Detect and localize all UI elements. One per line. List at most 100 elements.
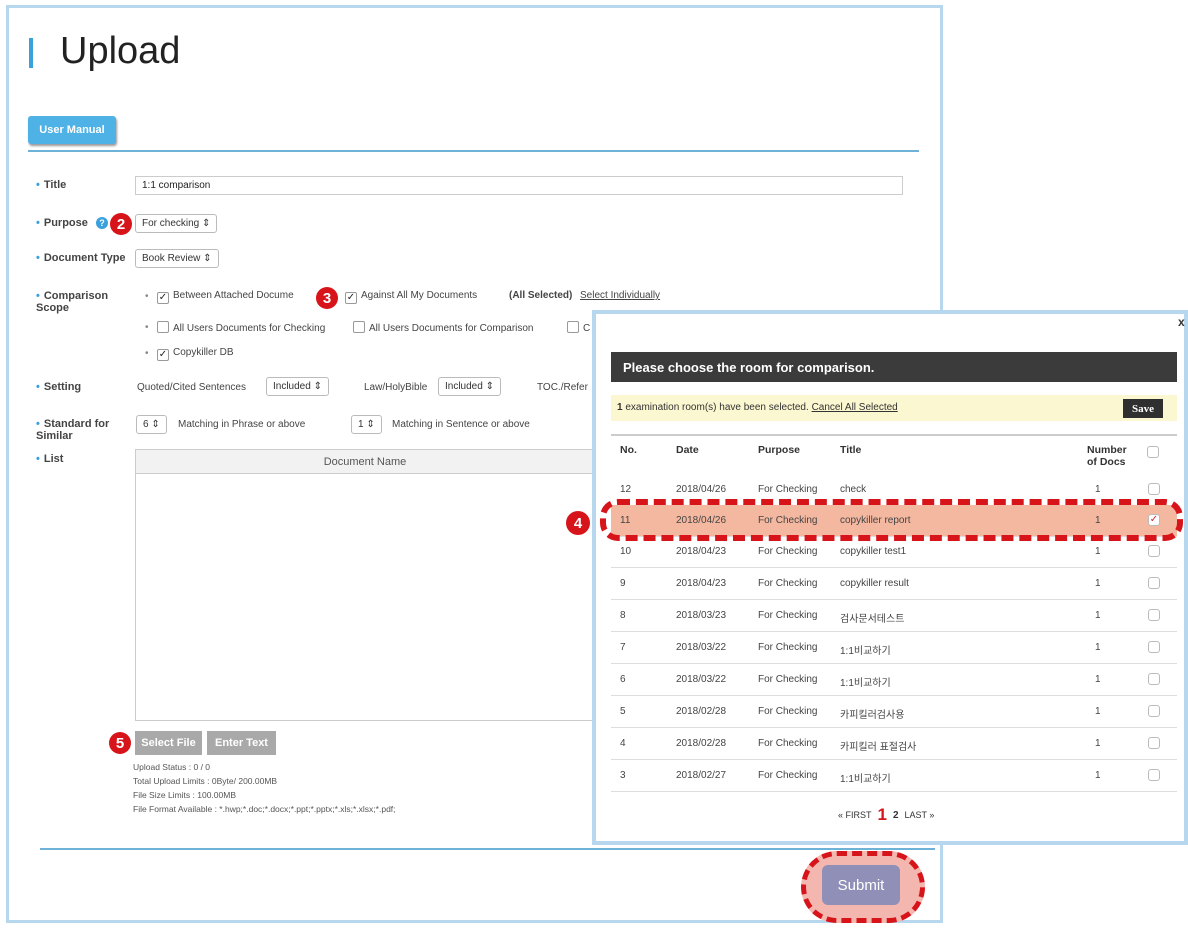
scope-other-label: C [583,323,591,334]
table-row[interactable]: 8 2018/03/23 For Checking 검사문서테스트 1 [611,600,1177,632]
upload-status: Upload Status : 0 / 0 [133,762,211,772]
cancel-all-selected-link[interactable]: Cancel All Selected [812,402,898,413]
scope-copykiller-db[interactable]: ✓ Copykiller DB [157,347,234,361]
standard-sentence-select[interactable]: 1 ⇕ [351,415,382,434]
close-icon[interactable]: x [1178,315,1185,329]
cell-title: 1:1비교하기 [840,646,891,657]
cell-title: 카피킬러검사용 [840,710,905,721]
bullet-dot: • [145,291,149,302]
col-number-of-docs: Number of Docs [1087,444,1127,468]
row-checkbox[interactable] [1148,545,1160,557]
cell-purpose: For Checking [758,578,818,589]
page-title: Upload [60,30,181,72]
checkbox-checked-icon: ✓ [345,292,357,304]
cell-purpose: For Checking [758,642,818,653]
standard-label: Standard for Similar [36,418,126,442]
setting-law-label: Law/HolyBible [364,382,428,393]
cell-purpose: For Checking [758,706,818,717]
title-label: Title [36,179,66,191]
table-row[interactable]: 6 2018/03/22 For Checking 1:1비교하기 1 [611,664,1177,696]
row-checkbox[interactable] [1148,673,1160,685]
table-row[interactable]: 4 2018/02/28 For Checking 카피킬러 표절검사 1 [611,728,1177,760]
table-row[interactable]: 7 2018/03/22 For Checking 1:1비교하기 1 [611,632,1177,664]
selected-count: 1 [617,402,623,413]
purpose-select[interactable]: For checking ⇕ [135,214,218,233]
help-icon[interactable]: ? [96,217,108,229]
row-checkbox[interactable] [1148,577,1160,589]
selected-row-highlight [600,499,1183,541]
file-format-available: File Format Available : *.hwp;*.doc;*.do… [133,804,396,814]
document-list[interactable]: Document Name [135,449,595,721]
row-checkbox[interactable] [1148,705,1160,717]
row-checkbox[interactable] [1148,483,1160,495]
cell-title: copykiller result [840,578,909,589]
list-label: List [36,453,64,465]
cell-no: 10 [620,546,632,557]
selected-text: examination room(s) have been selected. [625,402,809,413]
bullet-dot: • [145,322,149,333]
scope-between-attached[interactable]: ✓ Between Attached Docume [157,290,294,304]
scope-all-users-checking[interactable]: All Users Documents for Checking [157,321,325,334]
select-arrows-icon: ⇕ [485,381,494,392]
cell-date: 2018/04/23 [676,578,727,589]
scope-other[interactable]: C [567,321,590,334]
cell-no: 8 [620,610,626,621]
select-arrows-icon: ⇕ [203,253,212,264]
doctype-select[interactable]: Book Review ⇕ [135,249,219,268]
cell-docs: 1 [1095,484,1101,495]
scope-against-all-label: Against All My Documents [361,290,478,301]
setting-law-value: Included [445,381,483,392]
cell-date: 2018/03/22 [676,674,727,685]
cell-date: 2018/04/23 [676,546,727,557]
title-input[interactable]: 1:1 comparison [135,176,903,195]
table-row[interactable]: 5 2018/02/28 For Checking 카피킬러검사용 1 [611,696,1177,728]
enter-text-button[interactable]: Enter Text [207,731,276,755]
table-row[interactable]: 9 2018/04/23 For Checking copykiller result… [611,568,1177,600]
scope-against-all[interactable]: ✓ Against All My Documents [345,290,477,304]
cell-docs: 1 [1095,642,1101,653]
cell-no: 5 [620,706,626,717]
setting-toc-label: TOC./Refer [537,382,588,393]
checkbox-empty-icon [567,321,579,333]
pager-page-2[interactable]: 2 [893,810,899,821]
pager-last[interactable]: LAST » [905,810,935,820]
title-accent-bar [29,38,33,68]
select-arrows-icon: ⇕ [313,381,322,392]
cell-purpose: For Checking [758,674,818,685]
cell-title: check [840,484,867,495]
user-manual-button[interactable]: User Manual [28,116,116,144]
table-row[interactable]: 3 2018/02/27 For Checking 1:1비교하기 1 [611,760,1177,792]
cell-purpose: For Checking [758,770,818,781]
cell-docs: 1 [1095,610,1101,621]
setting-law-select[interactable]: Included ⇕ [438,377,501,396]
cell-title: 검사문서테스트 [840,614,905,625]
cell-no: 12 [620,484,632,495]
select-individually-link[interactable]: Select Individually [580,290,660,301]
select-all-checkbox[interactable] [1147,446,1159,458]
callout-badge-3: 3 [316,287,338,309]
cell-no: 7 [620,642,626,653]
pager-page-1[interactable]: 1 [878,805,887,825]
submit-button[interactable]: Submit [822,865,900,905]
cell-purpose: For Checking [758,546,818,557]
setting-label: Setting [36,381,81,393]
setting-quoted-select[interactable]: Included ⇕ [266,377,329,396]
select-arrows-icon: ⇕ [366,419,375,430]
row-checkbox[interactable] [1148,609,1160,621]
standard-phrase-select[interactable]: 6 ⇕ [136,415,167,434]
row-checkbox[interactable] [1148,737,1160,749]
cell-purpose: For Checking [758,610,818,621]
scope-all-users-comparison[interactable]: All Users Documents for Comparison [353,321,534,334]
cell-date: 2018/03/23 [676,610,727,621]
row-checkbox[interactable] [1148,641,1160,653]
save-button[interactable]: Save [1123,399,1163,418]
checkbox-empty-icon [353,321,365,333]
standard-phrase-value: 6 [143,419,149,430]
pager-first[interactable]: « FIRST [838,810,872,820]
row-checkbox[interactable] [1148,769,1160,781]
callout-badge-5: 5 [109,732,131,754]
select-file-button[interactable]: Select File [135,731,202,755]
callout-badge-2: 2 [110,213,132,235]
cell-date: 2018/02/27 [676,770,727,781]
scope-label: Comparison Scope [36,290,126,314]
